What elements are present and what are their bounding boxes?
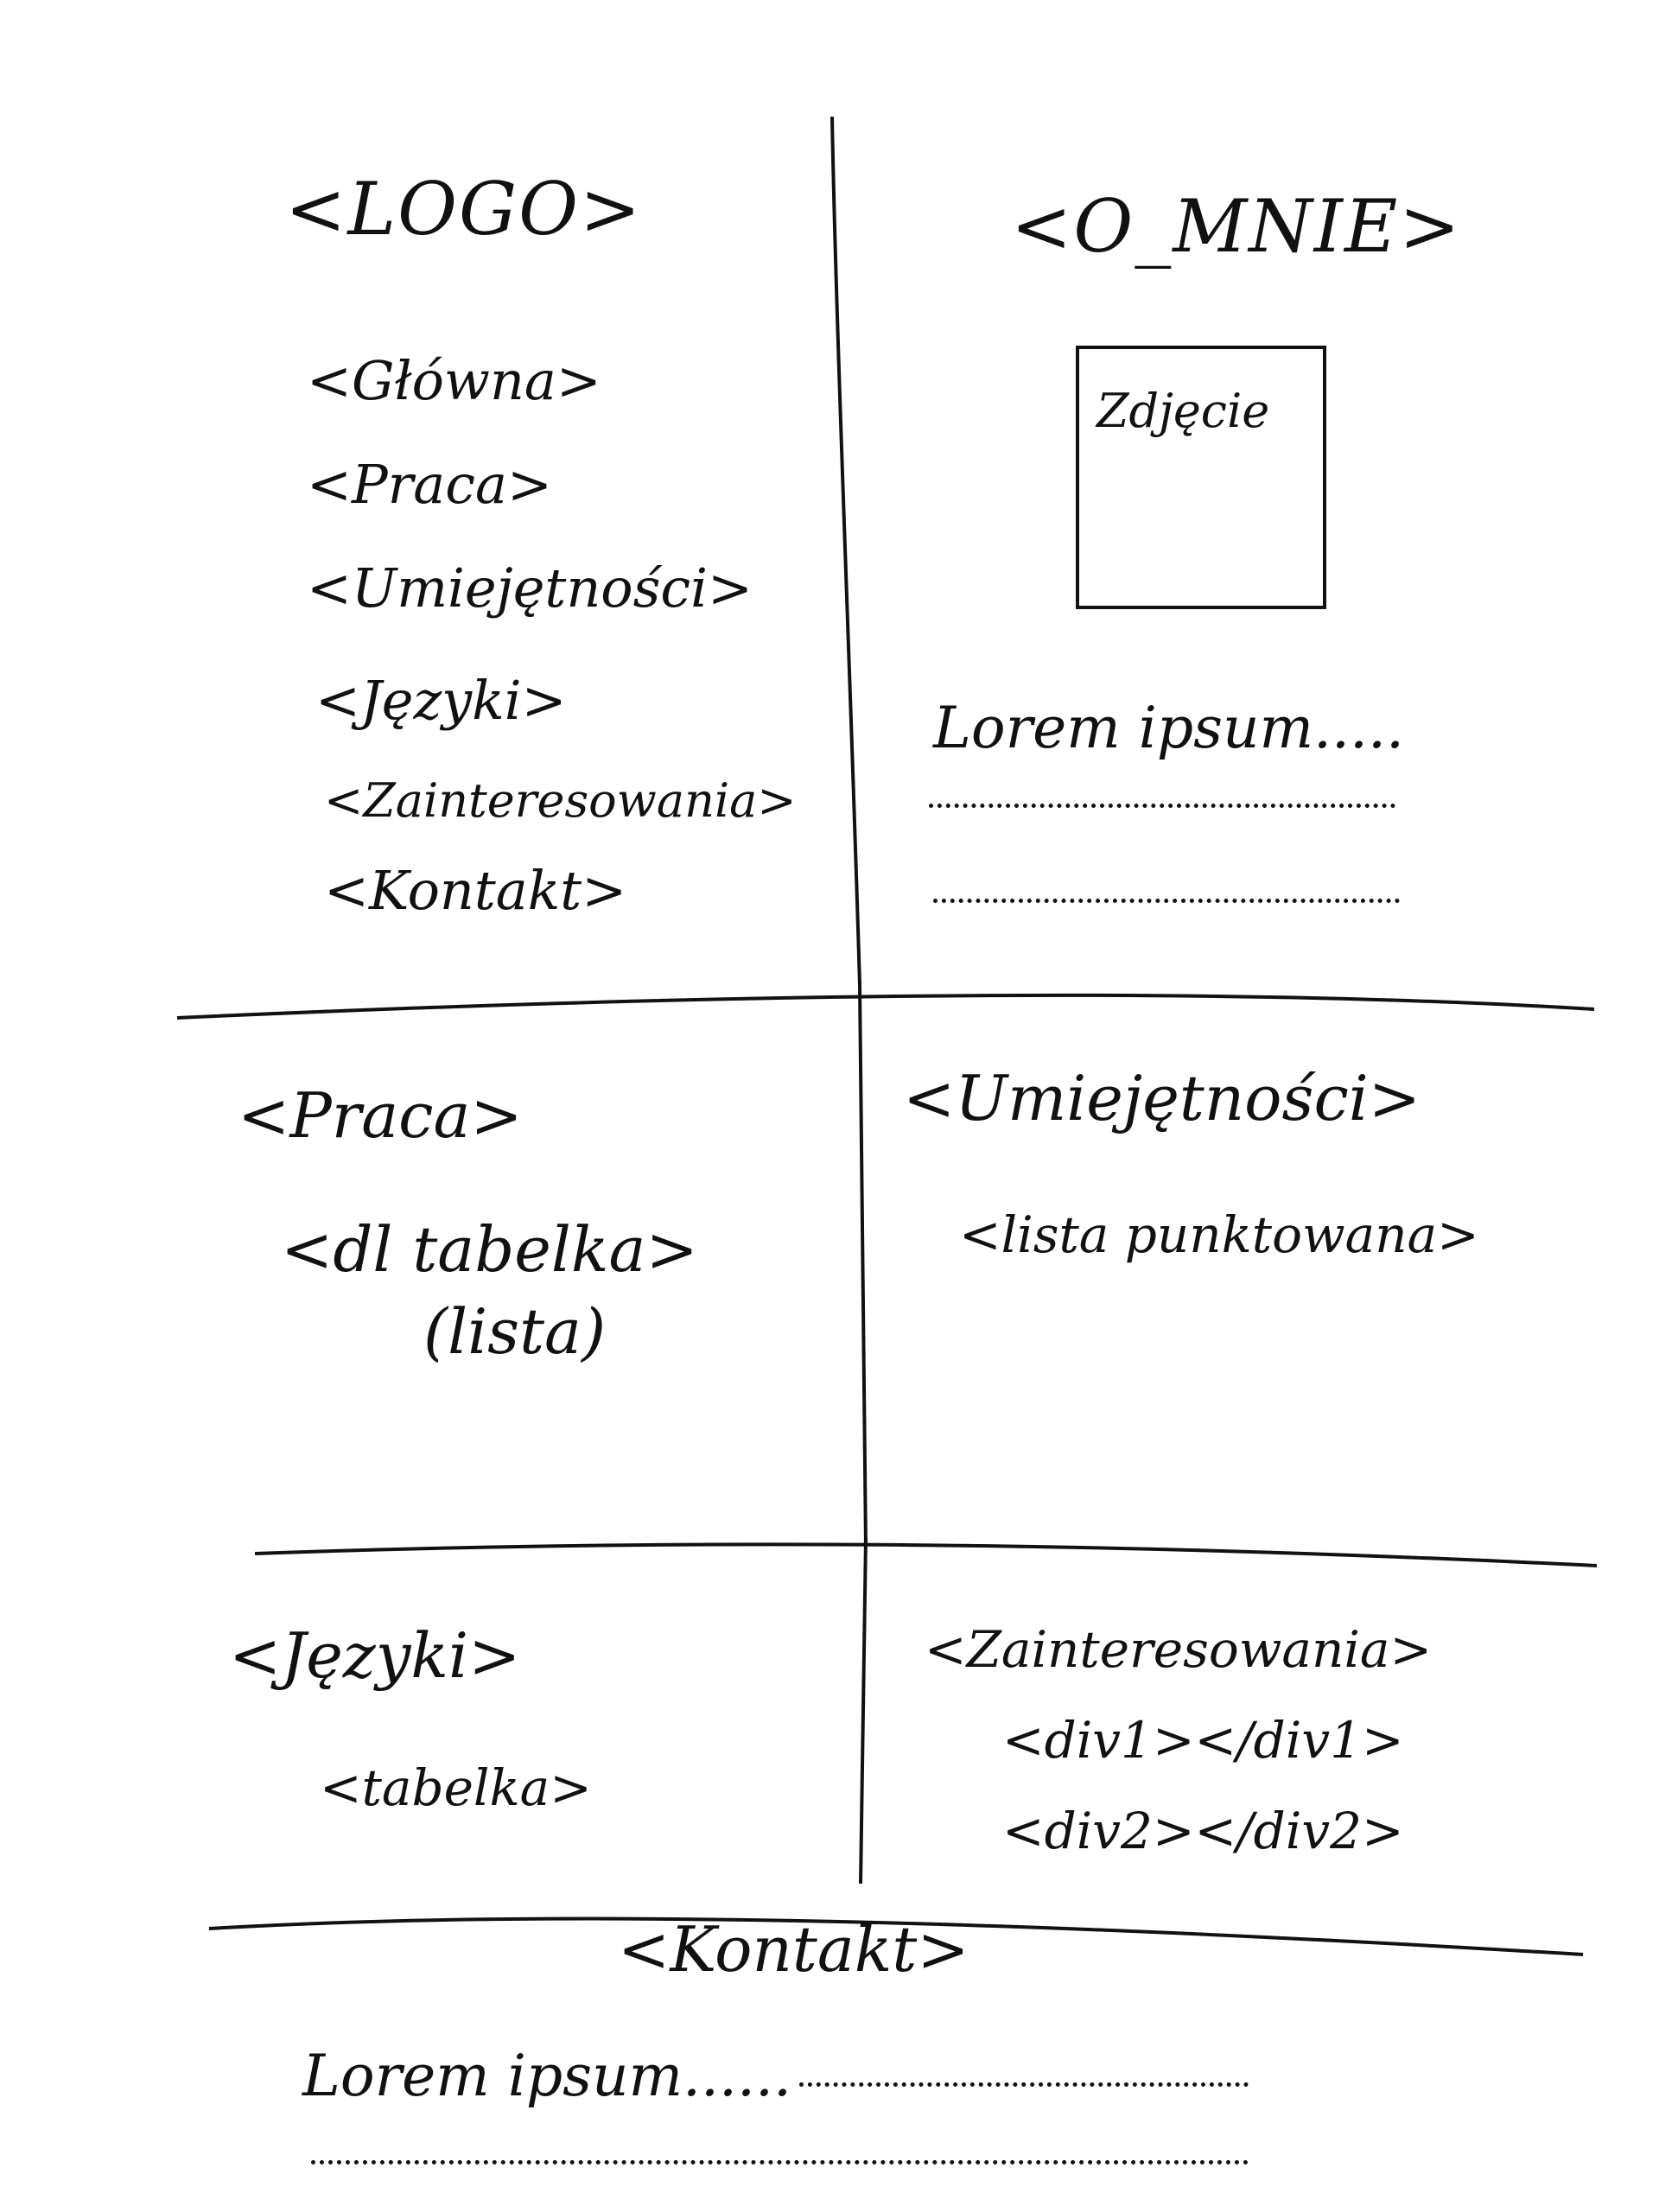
interests-title: <Zainteresowania> <box>925 1620 1433 1679</box>
vertical-divider-bottom <box>859 1537 868 1885</box>
interests-div2: <div2></div2> <box>1002 1802 1404 1860</box>
about-text-line-2 <box>929 795 1395 808</box>
skills-title: <Umiejętności> <box>903 1062 1421 1135</box>
work-content: <dl tabelka> <box>281 1213 698 1286</box>
logo-placeholder: <LOGO> <box>285 167 643 251</box>
nav-item-home[interactable]: <Główna> <box>307 354 601 408</box>
contact-dotted-line-1 <box>799 2074 1249 2087</box>
nav-item-interests[interactable]: <Zainteresowania> <box>324 778 797 824</box>
languages-title: <Języki> <box>229 1619 521 1692</box>
nav-item-skills[interactable]: <Umiejętności> <box>307 562 753 615</box>
languages-content: <tabelka> <box>320 1758 592 1817</box>
nav-item-languages[interactable]: <Języki> <box>315 674 567 728</box>
nav-item-work[interactable]: <Praca> <box>307 458 552 512</box>
work-content-note: (lista) <box>423 1295 607 1368</box>
photo-placeholder: Zdjęcie <box>1076 346 1326 609</box>
contact-dotted-line-2 <box>311 2152 1249 2164</box>
about-title: <O_MNIE> <box>1011 184 1462 269</box>
vertical-divider-top <box>830 116 868 1548</box>
horizontal-divider-1 <box>176 993 1595 1020</box>
about-text-line-3 <box>933 890 1400 903</box>
work-title: <Praca> <box>238 1079 523 1152</box>
nav-item-contact[interactable]: <Kontakt> <box>324 864 626 918</box>
contact-text: Lorem ipsum...... <box>302 2043 791 2109</box>
skills-content: <lista punktowana> <box>959 1205 1479 1264</box>
wireframe-sketch: <LOGO> <O_MNIE> <Główna> <Praca> <Umieję… <box>0 0 1659 2212</box>
horizontal-divider-2 <box>254 1542 1598 1567</box>
about-text: Lorem ipsum..... <box>933 695 1404 761</box>
photo-label: Zdjęcie <box>1096 384 1270 438</box>
contact-title: <Kontakt> <box>618 1913 969 1986</box>
interests-div1: <div1></div1> <box>1002 1711 1404 1770</box>
